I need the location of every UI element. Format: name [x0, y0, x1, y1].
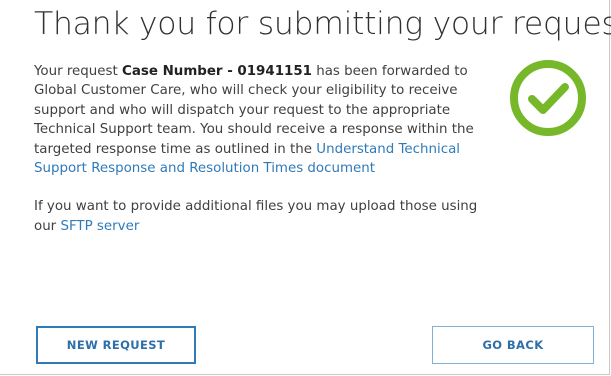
- check-circle-icon: [510, 60, 586, 136]
- check-circle-ring: [510, 60, 586, 136]
- case-number: Case Number - 01941151: [122, 64, 312, 79]
- confirmation-message: Your request Case Number - 01941151 has …: [34, 62, 494, 236]
- sftp-server-link[interactable]: SFTP server: [60, 219, 139, 234]
- intro-text: Your request: [34, 64, 122, 79]
- confirmation-panel: Thank you for submitting your request. Y…: [0, 0, 611, 375]
- checkmark: [528, 83, 569, 114]
- files-paragraph: If you want to provide additional files …: [34, 197, 494, 236]
- page-title: Thank you for submitting your request.: [34, 6, 611, 42]
- new-request-button[interactable]: NEW REQUEST: [36, 326, 196, 364]
- forwarded-paragraph: Your request Case Number - 01941151 has …: [34, 62, 494, 178]
- go-back-button[interactable]: GO BACK: [432, 326, 594, 364]
